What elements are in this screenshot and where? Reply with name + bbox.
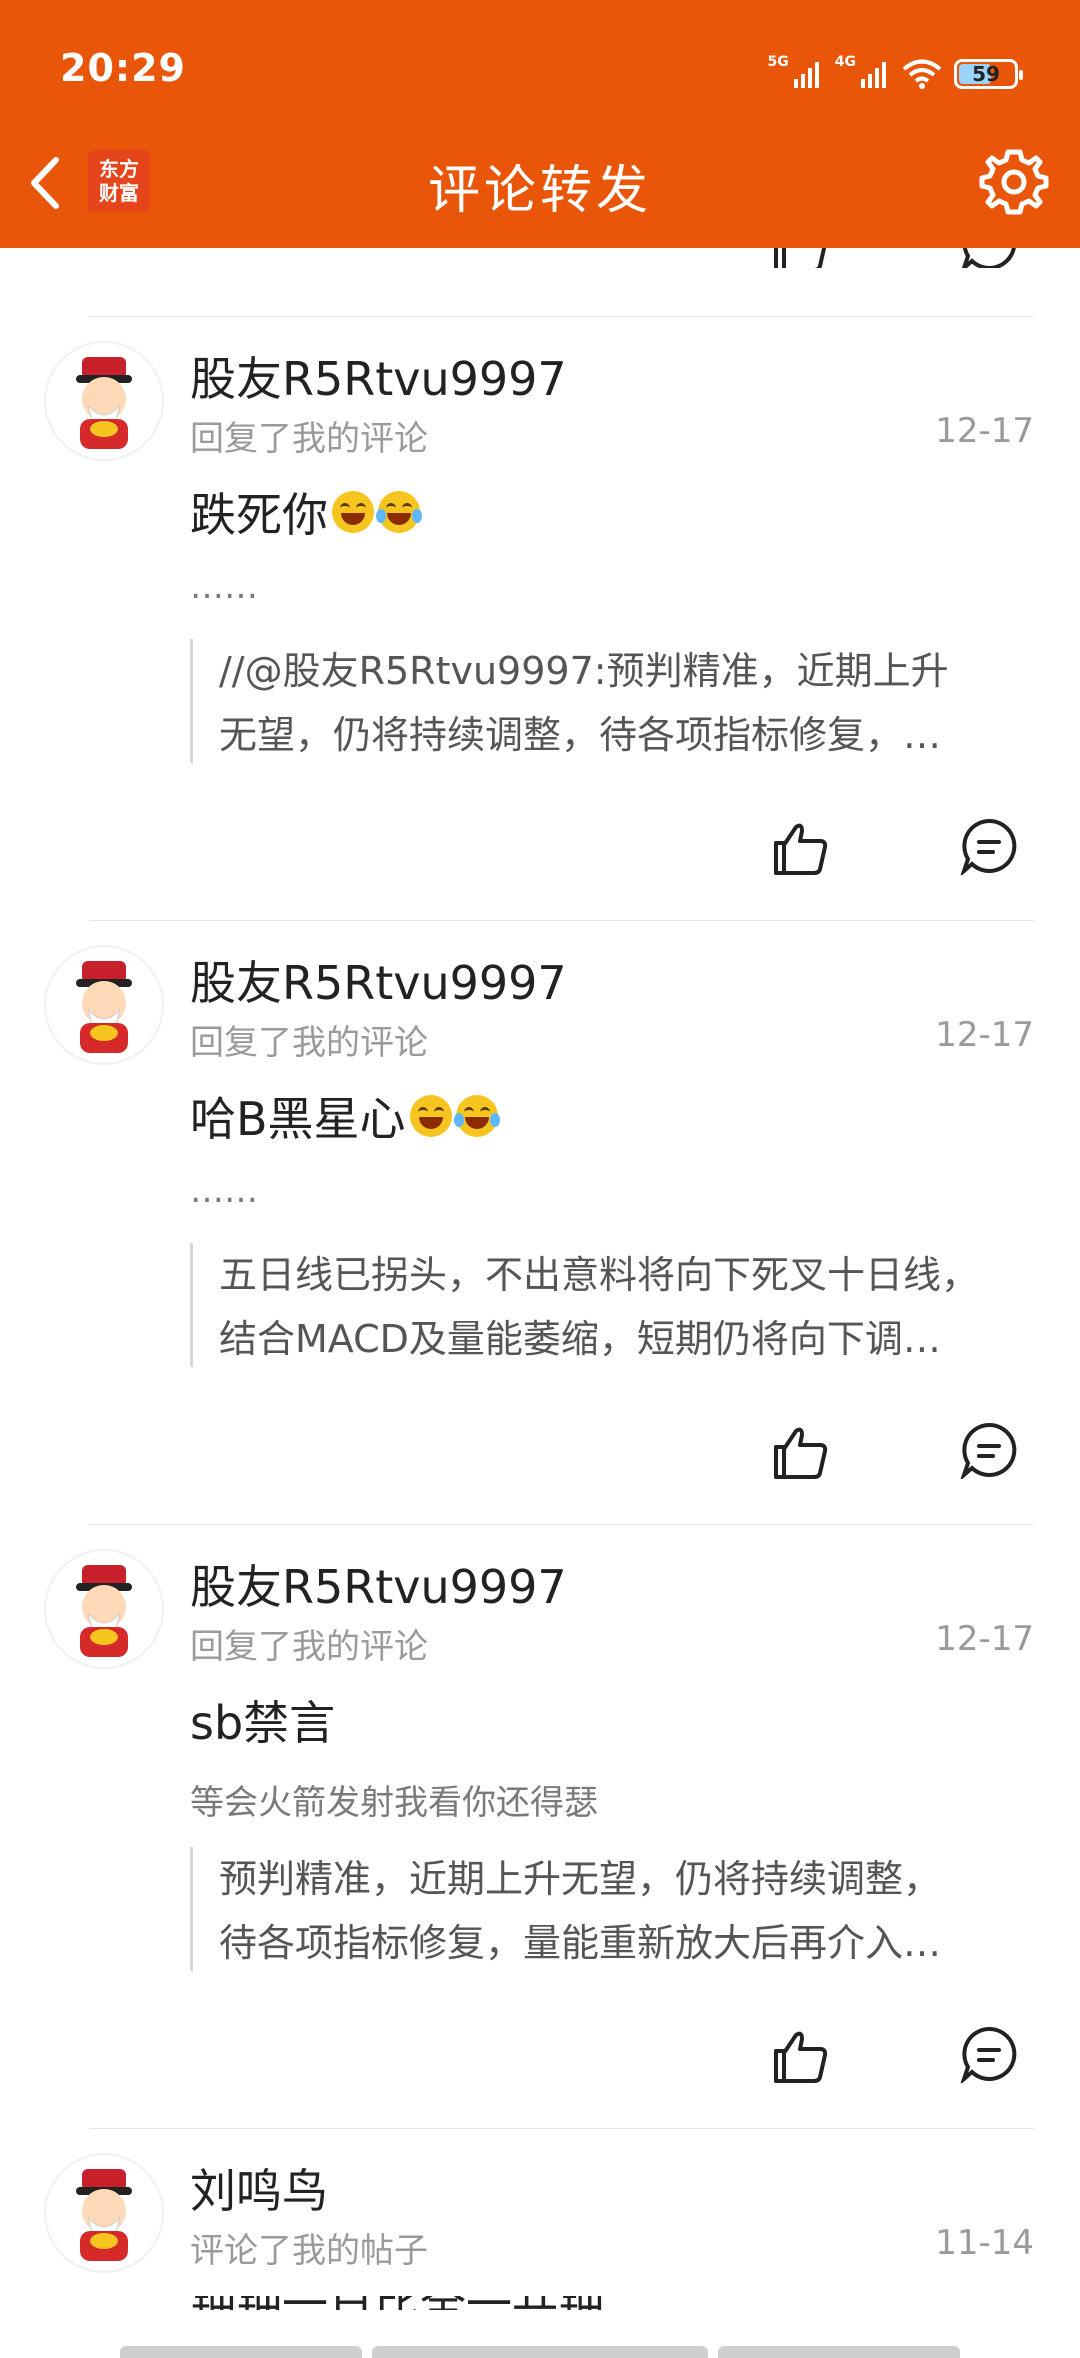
comment-text: sb禁言 <box>190 1687 335 1753</box>
username[interactable]: 刘鸣鸟 <box>190 2155 328 2221</box>
status-time: 20:29 <box>60 46 186 90</box>
comment-bubble-icon[interactable] <box>960 248 1018 268</box>
app-screen: 20:29 5G 4G 59 东方 财富 评论转发 股友R5Rtvu9997 回… <box>0 0 1080 2358</box>
comment-bubble-icon[interactable] <box>960 1421 1018 1479</box>
status-icons: 5G 4G 59 <box>767 54 1023 94</box>
thumb-up-icon[interactable] <box>770 817 832 879</box>
fortune-god-avatar-icon <box>76 357 132 449</box>
quote-line: 待各项指标修复，量能重新放大后再介入… <box>219 1921 942 1965</box>
notification-item[interactable]: 刘鸣鸟 评论了我的帖子 11-14 <box>0 2129 1080 2358</box>
comment-content: sb禁言 <box>190 1696 336 1750</box>
settings-gear-icon[interactable] <box>978 146 1050 218</box>
thumb-up-icon[interactable] <box>770 248 832 268</box>
laugh-cry-emoji-icon <box>376 491 422 533</box>
header: 20:29 5G 4G 59 东方 财富 评论转发 <box>0 0 1080 248</box>
date: 11-14 <box>935 2223 1034 2263</box>
quote-line: 结合MACD及量能萎缩，短期仍将向下调… <box>219 1317 941 1361</box>
username[interactable]: 股友R5Rtvu9997 <box>190 343 567 409</box>
quote-line: 无望，仍将持续调整，待各项指标修复，… <box>219 713 942 757</box>
laugh-emoji-icon <box>409 1095 452 1137</box>
avatar[interactable] <box>44 1549 164 1669</box>
action-text: 回复了我的评论 <box>190 419 428 459</box>
page-title: 评论转发 <box>427 161 652 221</box>
laugh-cry-emoji-icon <box>453 1095 500 1137</box>
comment-text: 哈B黑星心 <box>190 1083 500 1149</box>
partial-comment-content: 钟钟一日比全一共钟 <box>190 2296 604 2310</box>
comment-bubble-icon[interactable] <box>960 817 1018 875</box>
quote-line: 预判精准，近期上升无望，仍将持续调整， <box>219 1857 942 1901</box>
signal-icon <box>861 62 886 88</box>
notification-item[interactable]: 股友R5Rtvu9997 回复了我的评论 12-17 sb禁言 等会火箭发射我看… <box>0 1525 1080 2129</box>
quote-line: //@股友R5Rtvu9997:预判精准，近期上升 <box>219 649 949 693</box>
fortune-god-avatar-icon <box>76 961 132 1053</box>
reply-text: …… <box>190 567 258 607</box>
previous-item-actions <box>0 248 1080 268</box>
thumb-up-icon[interactable] <box>770 2025 832 2087</box>
bottom-bar-segment <box>372 2346 708 2358</box>
signal-icon <box>793 62 819 88</box>
comment-bubble-icon[interactable] <box>960 2025 1018 2083</box>
network-5g-label: 5G <box>767 54 789 70</box>
bottom-bar-segment <box>120 2346 362 2358</box>
avatar[interactable] <box>44 2153 164 2273</box>
action-text: 回复了我的评论 <box>190 1627 428 1667</box>
reply-text: …… <box>190 1171 258 1211</box>
network-4g-label: 4G <box>834 54 856 70</box>
reply-text: 等会火箭发射我看你还得瑟 <box>190 1783 598 1823</box>
bottom-bar-segment <box>718 2346 960 2358</box>
thumb-up-icon[interactable] <box>770 1421 832 1483</box>
partial-comment-text: 钟钟一日比全一共钟 <box>190 2296 670 2310</box>
comment-text: 跌死你 <box>190 479 422 545</box>
date: 12-17 <box>935 1015 1034 1055</box>
battery-level: 59 <box>972 62 1000 86</box>
avatar[interactable] <box>44 945 164 1065</box>
wifi-icon <box>902 59 942 89</box>
date: 12-17 <box>935 1619 1034 1659</box>
comment-content: 跌死你 <box>190 488 328 542</box>
laugh-emoji-icon <box>332 491 374 533</box>
avatar[interactable] <box>44 341 164 461</box>
notification-item[interactable]: 股友R5Rtvu9997 回复了我的评论 12-17 跌死你 …… //@股友R… <box>0 317 1080 921</box>
action-text: 评论了我的帖子 <box>190 2231 428 2271</box>
username[interactable]: 股友R5Rtvu9997 <box>190 947 567 1013</box>
action-text: 回复了我的评论 <box>190 1023 428 1063</box>
fortune-god-avatar-icon <box>76 1565 132 1657</box>
quoted-comment[interactable]: //@股友R5Rtvu9997:预判精准，近期上升 无望，仍将持续调整，待各项指… <box>190 639 1040 763</box>
quoted-comment[interactable]: 预判精准，近期上升无望，仍将持续调整， 待各项指标修复，量能重新放大后再介入… <box>190 1847 1040 1971</box>
username[interactable]: 股友R5Rtvu9997 <box>190 1551 567 1617</box>
notification-item[interactable]: 股友R5Rtvu9997 回复了我的评论 12-17 哈B黑星心 …… 五日线已… <box>0 921 1080 1525</box>
battery-icon: 59 <box>954 59 1023 89</box>
comment-content: 哈B黑星心 <box>190 1092 406 1146</box>
quote-line: 五日线已拐头，不出意料将向下死叉十日线， <box>219 1253 980 1297</box>
date: 12-17 <box>935 411 1034 451</box>
quoted-comment[interactable]: 五日线已拐头，不出意料将向下死叉十日线， 结合MACD及量能萎缩，短期仍将向下调… <box>190 1243 1040 1367</box>
fortune-god-avatar-icon <box>76 2169 132 2261</box>
